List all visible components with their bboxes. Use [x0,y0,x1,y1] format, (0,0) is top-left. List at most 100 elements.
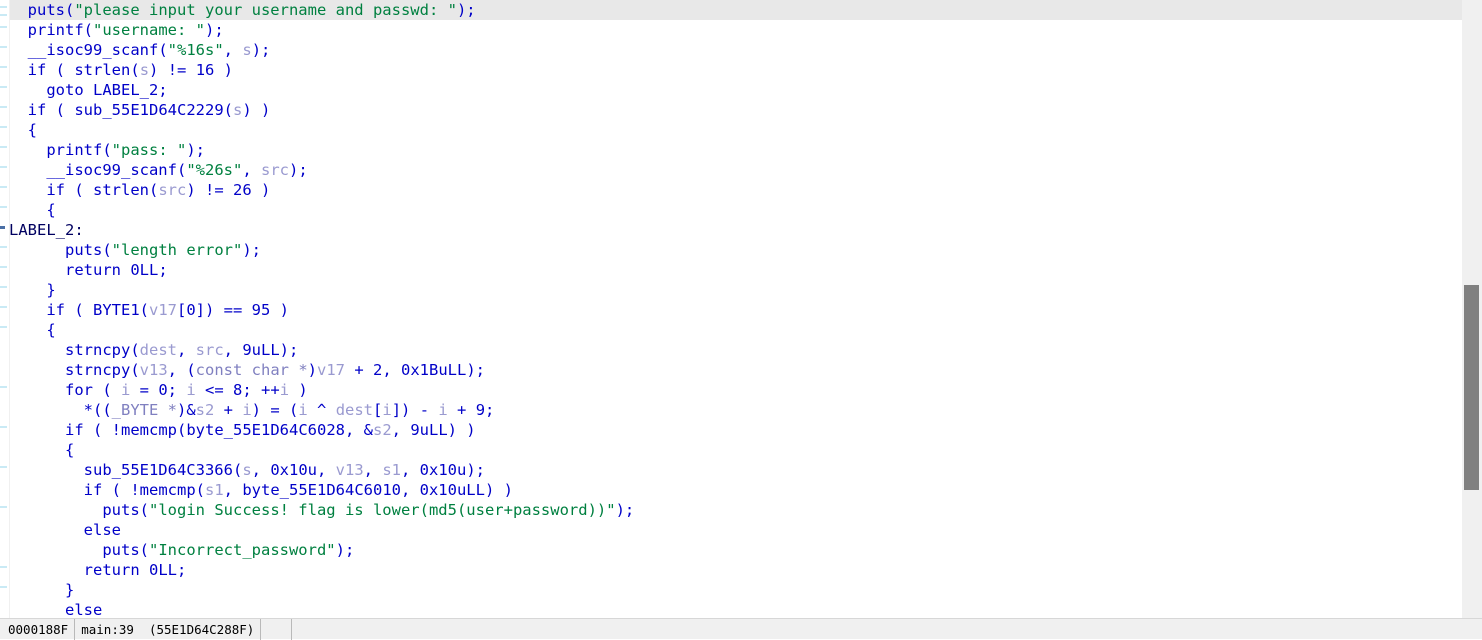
code-line[interactable]: for ( i = 0; i <= 8; ++i ) [0,380,1462,400]
code-token-fn[interactable]: puts [28,1,65,19]
code-token-fn[interactable]: strncpy [65,361,130,379]
code-line[interactable]: return 0LL; [0,260,1462,280]
code-token-var[interactable]: i [280,381,289,399]
code-line[interactable]: if ( strlen(s) != 16 ) [0,60,1462,80]
code-line[interactable]: __isoc99_scanf("%16s", s); [0,40,1462,60]
code-line[interactable]: else [0,600,1462,618]
code-token-punct: 0LL; [139,561,187,579]
code-token-fn[interactable]: printf [46,141,102,159]
code-line[interactable]: printf("pass: "); [0,140,1462,160]
code-token-var[interactable]: v13 [140,361,168,379]
code-token-type: _BYTE * [111,401,177,419]
code-line[interactable]: goto LABEL_2; [0,80,1462,100]
code-token-var[interactable]: s2 [196,401,215,419]
pseudocode-viewport[interactable]: puts("please input your username and pas… [0,0,1462,618]
code-token-fn[interactable]: memcmp [140,481,196,499]
code-token-fn[interactable]: BYTE1 [93,301,140,319]
code-token-var[interactable]: s1 [382,461,401,479]
code-gutter[interactable] [0,0,10,618]
status-spacer [261,618,293,640]
code-token-punct: ); [289,161,308,179]
code-line[interactable]: if ( !memcmp(s1, byte_55E1D64C6010, 0x10… [0,480,1462,500]
code-token-kw: return [65,261,121,279]
code-token-punct: ( [46,101,75,119]
code-token-var[interactable]: i [438,401,447,419]
code-token-var[interactable]: src [158,181,186,199]
code-token-fn[interactable]: puts [102,541,139,559]
code-token-punct: ( [223,101,233,119]
code-line[interactable]: { [0,120,1462,140]
code-line[interactable]: strncpy(dest, src, 9uLL); [0,340,1462,360]
gutter-arrow-tick [0,326,7,328]
code-token-var[interactable]: v13 [336,461,364,479]
code-token-fn[interactable]: memcmp [121,421,177,439]
code-line[interactable]: if ( sub_55E1D64C2229(s) ) [0,100,1462,120]
code-token-fn[interactable]: sub_55E1D64C2229 [74,101,223,119]
code-token-str: "%26s" [186,161,243,179]
code-token-var[interactable]: i [186,381,195,399]
code-line[interactable]: *((_BYTE *)&s2 + i) = (i ^ dest[i]) - i … [0,400,1462,420]
code-token-punct: , 9uLL); [223,341,299,359]
gutter-arrow-tick [0,386,7,388]
code-token-var[interactable]: v17 [149,301,177,319]
vertical-scrollbar[interactable] [1462,0,1482,618]
code-token-var[interactable]: s [140,61,149,79]
code-line[interactable]: if ( strlen(src) != 26 ) [0,180,1462,200]
code-line[interactable]: puts("please input your username and pas… [0,0,1462,20]
code-token-fn[interactable]: printf [28,21,84,39]
code-line[interactable]: } [0,580,1462,600]
code-token-var[interactable]: s1 [205,481,224,499]
code-line[interactable]: return 0LL; [0,560,1462,580]
code-token-fn[interactable]: strncpy [65,341,130,359]
code-line[interactable]: { [0,440,1462,460]
code-token-var[interactable]: i [121,381,130,399]
code-line[interactable]: sub_55E1D64C3366(s, 0x10u, v13, s1, 0x10… [0,460,1462,480]
code-token-var[interactable]: i [298,401,307,419]
code-token-var[interactable]: i [382,401,391,419]
vertical-scrollbar-thumb[interactable] [1464,285,1479,490]
code-token-var[interactable]: dest [140,341,177,359]
code-line[interactable]: if ( BYTE1(v17[0]) == 95 ) [0,300,1462,320]
code-line[interactable]: strncpy(v13, (const char *)v17 + 2, 0x1B… [0,360,1462,380]
code-token-var[interactable]: i [242,401,251,419]
code-token-fn[interactable]: sub_55E1D64C3366 [84,461,233,479]
code-line[interactable]: if ( !memcmp(byte_55E1D64C6028, &s2, 9uL… [0,420,1462,440]
code-token-var[interactable]: src [196,341,224,359]
pseudocode-text[interactable]: puts("please input your username and pas… [0,0,1462,618]
code-token-var[interactable]: src [261,161,289,179]
code-token-var[interactable]: s [233,101,242,119]
code-token-var[interactable]: s2 [373,421,392,439]
code-token-var[interactable]: dest [336,401,373,419]
code-token-fn[interactable]: puts [102,501,139,519]
code-line[interactable]: printf("username: "); [0,20,1462,40]
code-token-fn[interactable]: strlen [93,181,149,199]
gutter-arrow-tick [0,506,7,508]
code-token-var[interactable]: s [242,41,251,59]
code-token-fn[interactable]: puts [65,241,102,259]
code-token-punct: <= 8; ++ [195,381,280,399]
code-token-punct: , & [344,421,373,439]
code-token-fn[interactable]: __isoc99_scanf [46,161,177,179]
code-line[interactable]: else [0,520,1462,540]
code-line[interactable]: { [0,200,1462,220]
code-line[interactable]: __isoc99_scanf("%26s", src); [0,160,1462,180]
gutter-arrow-tick [0,306,7,308]
code-line[interactable]: puts("length error"); [0,240,1462,260]
code-token-fn[interactable]: byte_55E1D64C6028 [186,421,345,439]
code-token-var[interactable]: s [242,461,251,479]
code-line[interactable]: puts("login Success! flag is lower(md5(u… [0,500,1462,520]
code-token-fn[interactable]: strlen [74,61,130,79]
code-token-fn[interactable]: __isoc99_scanf [28,41,159,59]
code-token-str: "login Success! flag is lower(md5(user+p… [149,501,616,519]
code-line[interactable]: LABEL_2: [0,220,1462,240]
code-line[interactable]: puts("Incorrect_password"); [0,540,1462,560]
gutter-arrow-tick [0,466,7,468]
code-token-var[interactable]: v17 [317,361,345,379]
code-token-punct: ( [195,481,205,499]
gutter-arrow-tick [0,246,7,248]
code-line[interactable]: } [0,280,1462,300]
code-line[interactable]: { [0,320,1462,340]
code-token-fn[interactable]: byte_55E1D64C6010 [242,481,401,499]
code-token-punct: ( [46,61,75,79]
